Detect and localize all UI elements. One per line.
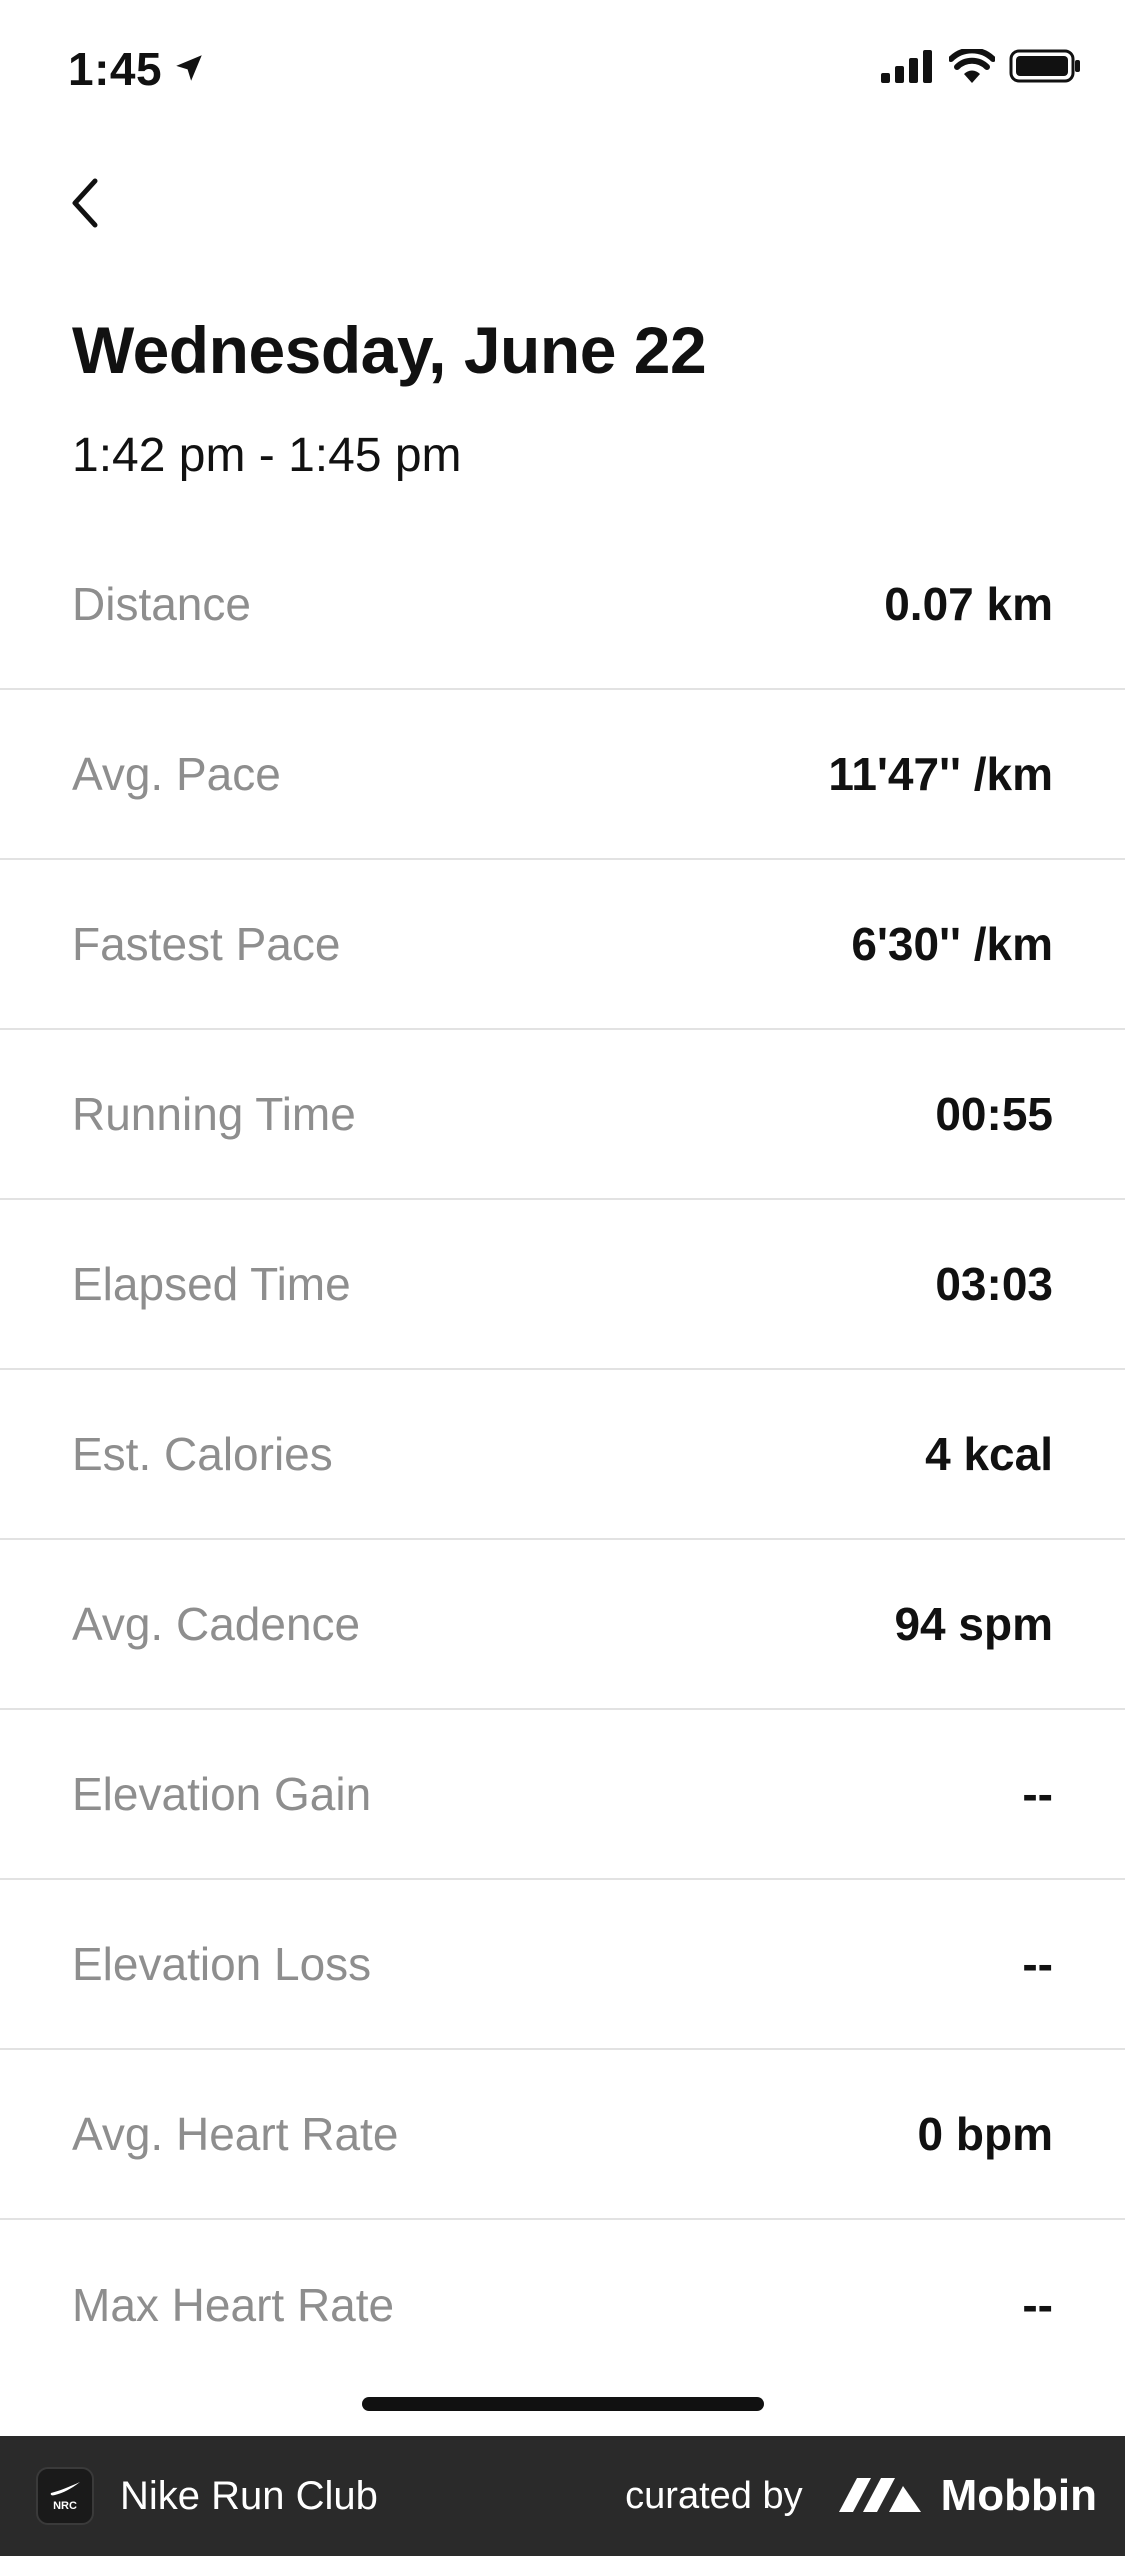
stat-row-avg-heart-rate: Avg. Heart Rate 0 bpm bbox=[0, 2050, 1125, 2220]
stat-row-elapsed-time: Elapsed Time 03:03 bbox=[0, 1200, 1125, 1370]
footer-app-name: Nike Run Club bbox=[120, 2473, 378, 2518]
stat-row-avg-pace: Avg. Pace 11'47'' /km bbox=[0, 690, 1125, 860]
home-indicator[interactable] bbox=[362, 2397, 764, 2411]
footer-app: NRC Nike Run Club bbox=[36, 2467, 378, 2525]
stat-value: -- bbox=[1022, 2279, 1053, 2331]
back-button[interactable] bbox=[50, 165, 120, 245]
stat-label: Avg. Cadence bbox=[72, 1598, 361, 1650]
stat-label: Fastest Pace bbox=[72, 918, 341, 970]
stat-label: Elevation Gain bbox=[72, 1768, 372, 1820]
stat-label: Avg. Pace bbox=[72, 748, 281, 800]
page-title: Wednesday, June 22 bbox=[72, 313, 707, 387]
stat-label: Est. Calories bbox=[72, 1428, 333, 1480]
mobbin-brand-name: Mobbin bbox=[940, 2471, 1097, 2520]
stat-row-distance: Distance 0.07 km bbox=[0, 520, 1125, 690]
stat-label: Distance bbox=[72, 578, 251, 630]
location-arrow-icon bbox=[172, 42, 206, 96]
stat-row-fastest-pace: Fastest Pace 6'30'' /km bbox=[0, 860, 1125, 1030]
stat-label: Max Heart Rate bbox=[72, 2279, 395, 2331]
stat-value: 11'47'' /km bbox=[828, 748, 1053, 800]
stat-label: Elapsed Time bbox=[72, 1258, 351, 1310]
svg-text:NRC: NRC bbox=[53, 2500, 77, 2512]
stat-value: 4 kcal bbox=[925, 1428, 1053, 1480]
stat-row-est-calories: Est. Calories 4 kcal bbox=[0, 1370, 1125, 1540]
mobbin-logo-icon bbox=[837, 2474, 927, 2519]
stat-row-elevation-loss: Elevation Loss -- bbox=[0, 1880, 1125, 2050]
chevron-left-icon bbox=[65, 173, 105, 238]
stat-value: 94 spm bbox=[894, 1598, 1053, 1650]
stat-row-max-heart-rate: Max Heart Rate -- bbox=[0, 2220, 1125, 2390]
wifi-icon bbox=[948, 47, 996, 88]
status-time-text: 1:45 bbox=[68, 43, 163, 95]
stat-value: 0 bpm bbox=[917, 2108, 1053, 2160]
stat-value: -- bbox=[1022, 1938, 1053, 1990]
stat-label: Elevation Loss bbox=[72, 1938, 372, 1990]
stat-value: 0.07 km bbox=[884, 578, 1053, 630]
footer-credit: curated by Mobbin bbox=[625, 2471, 1097, 2521]
stat-value: 6'30'' /km bbox=[851, 918, 1053, 970]
mobbin-brand[interactable]: Mobbin bbox=[837, 2471, 1097, 2521]
status-icons bbox=[881, 47, 1081, 89]
status-bar: 1:45 bbox=[0, 0, 1125, 140]
footer-banner: NRC Nike Run Club curated by Mobbin bbox=[0, 2436, 1125, 2556]
stat-label: Running Time bbox=[72, 1088, 356, 1140]
stat-row-elevation-gain: Elevation Gain -- bbox=[0, 1710, 1125, 1880]
stat-value: -- bbox=[1022, 1768, 1053, 1820]
stat-label: Avg. Heart Rate bbox=[72, 2108, 399, 2160]
nrc-app-icon: NRC bbox=[36, 2467, 94, 2525]
cellular-signal-icon bbox=[881, 49, 935, 88]
curated-by-text: curated by bbox=[625, 2474, 803, 2517]
time-range: 1:42 pm - 1:45 pm bbox=[72, 429, 462, 482]
stat-value: 03:03 bbox=[935, 1258, 1053, 1310]
stats-list: Distance 0.07 km Avg. Pace 11'47'' /km F… bbox=[0, 520, 1125, 2390]
status-time: 1:45 bbox=[68, 42, 206, 96]
stat-row-avg-cadence: Avg. Cadence 94 spm bbox=[0, 1540, 1125, 1710]
stat-value: 00:55 bbox=[935, 1088, 1053, 1140]
battery-icon bbox=[1009, 48, 1081, 89]
stat-row-running-time: Running Time 00:55 bbox=[0, 1030, 1125, 1200]
